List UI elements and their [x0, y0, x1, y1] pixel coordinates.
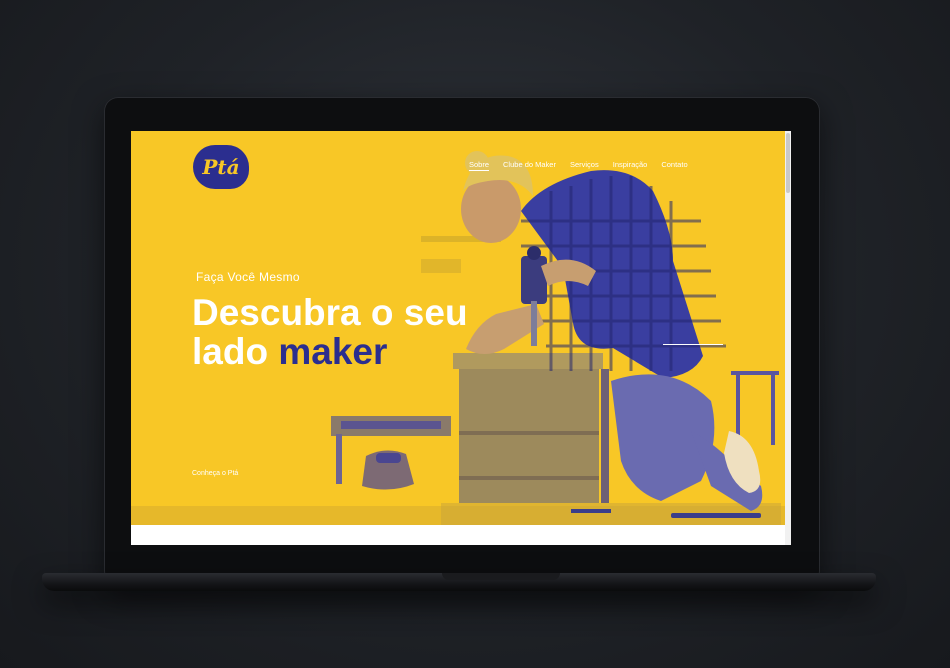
nav-item-inspiracao[interactable]: Inspiração [613, 160, 648, 171]
nav-item-contato[interactable]: Contato [661, 160, 687, 171]
slider-indicator[interactable] [663, 344, 723, 345]
hero-section: Ptá Sobre Clube do Maker Serviços Inspir… [131, 131, 785, 525]
hero-headline: Descubra o seu lado maker [192, 293, 552, 371]
hero-eyebrow: Faça Você Mesmo [196, 270, 300, 284]
pta-logo[interactable]: Ptá [193, 145, 249, 189]
headline-line2-prefix: lado [192, 331, 279, 372]
scrollbar-thumb[interactable] [786, 133, 790, 193]
nav-item-servicos[interactable]: Serviços [570, 160, 599, 171]
main-nav: Sobre Clube do Maker Serviços Inspiração… [469, 160, 688, 171]
nav-item-clube-do-maker[interactable]: Clube do Maker [503, 160, 556, 171]
browser-viewport: Ptá Sobre Clube do Maker Serviços Inspir… [131, 131, 791, 545]
nav-item-sobre[interactable]: Sobre [469, 160, 490, 171]
headline-accent: maker [278, 331, 388, 372]
scrollbar[interactable] [785, 131, 791, 545]
headline-line1: Descubra o seu [192, 292, 468, 333]
laptop-notch [442, 573, 560, 580]
cta-link[interactable]: Conheça o Ptá [192, 470, 238, 477]
laptop-base [42, 573, 876, 591]
logo-text: Ptá [202, 155, 240, 179]
